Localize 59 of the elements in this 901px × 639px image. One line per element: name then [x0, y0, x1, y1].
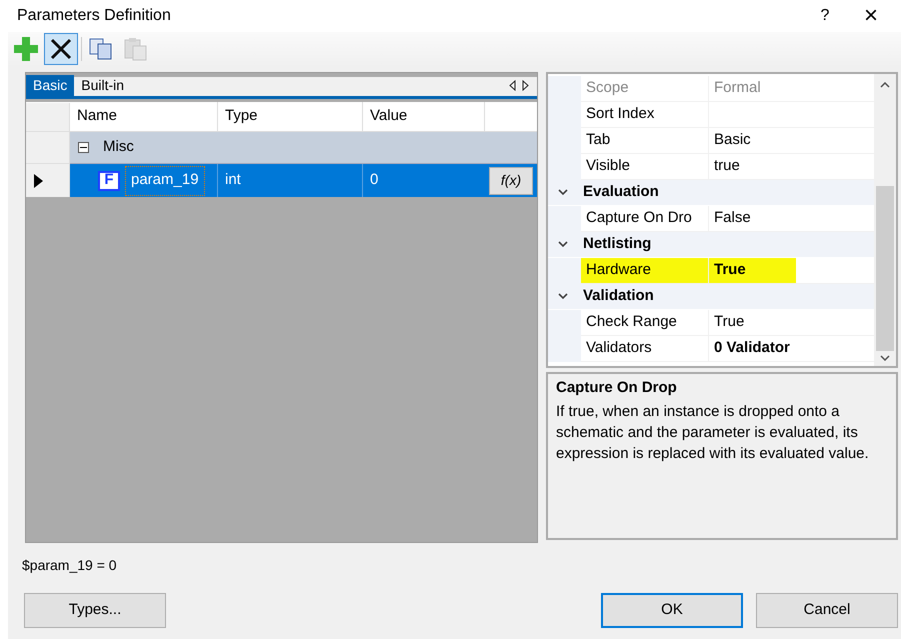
row-gutter	[548, 336, 581, 362]
row-header[interactable]	[26, 164, 70, 197]
property-row[interactable]: Hardware True	[581, 258, 874, 284]
table-row[interactable]: F param_19 int 0 f(x)	[70, 164, 537, 197]
scrollbar[interactable]	[874, 74, 896, 366]
status-text: $param_19 = 0	[22, 556, 118, 575]
plus-icon	[12, 35, 40, 63]
property-name: Check Range	[581, 310, 709, 335]
scroll-left-icon[interactable]	[509, 80, 516, 91]
scroll-right-icon[interactable]	[522, 80, 529, 91]
property-row[interactable]: Validators 0 Validator	[581, 336, 874, 362]
property-name: Capture On Dro	[581, 206, 709, 231]
row-header	[26, 132, 70, 164]
description-title: Capture On Drop	[556, 378, 678, 398]
category-label: Validation	[583, 286, 654, 306]
property-name: Hardware	[581, 258, 709, 283]
chevron-icon[interactable]	[558, 241, 568, 248]
property-value[interactable]: True	[709, 310, 744, 335]
type-badge: F	[98, 170, 120, 190]
chevron-icon[interactable]	[558, 189, 568, 196]
property-value[interactable]: 0 Validator	[709, 336, 790, 361]
property-value[interactable]: Basic	[709, 128, 751, 153]
copy-icon	[88, 37, 114, 61]
window-title: Parameters Definition	[17, 6, 172, 26]
property-name: Sort Index	[581, 102, 709, 127]
tab[interactable]: Built-in	[74, 75, 132, 96]
table-cell: int	[218, 164, 363, 197]
close-button[interactable]: ×	[851, 4, 891, 28]
category-label: Evaluation	[583, 182, 659, 202]
toolbar-button[interactable]	[44, 33, 78, 65]
row-gutter	[548, 76, 581, 102]
property-row[interactable]: Tab Basic	[581, 128, 874, 154]
property-name: Visible	[581, 154, 709, 179]
formula-button[interactable]: f(x)	[489, 166, 533, 194]
dialog-button[interactable]: Cancel	[756, 593, 898, 628]
help-button[interactable]: ?	[805, 4, 845, 28]
property-row[interactable]: Check Range True	[581, 310, 874, 336]
property-name: Scope	[581, 76, 709, 101]
table-cell-text: 0	[369, 170, 380, 190]
group-label: Misc	[103, 137, 134, 158]
property-name: Tab	[581, 128, 709, 153]
scroll-down-icon[interactable]	[880, 355, 890, 361]
property-value[interactable]: True	[709, 258, 746, 283]
property-row[interactable]: Sort Index	[581, 102, 874, 128]
tab[interactable]: Basic	[26, 75, 74, 96]
description-text: If true, when an instance is dropped onto a schematic and the parameter is evaluated, its expression is replaced with its evaluated value.	[556, 402, 870, 464]
collapse-toggle[interactable]	[78, 142, 89, 153]
chevron-icon[interactable]	[558, 293, 568, 300]
dialog-button[interactable]: Types...	[24, 593, 166, 628]
property-value[interactable]: False	[709, 206, 751, 231]
property-value[interactable]: true	[709, 154, 740, 179]
dialog-button[interactable]: OK	[601, 593, 743, 628]
close-icon	[49, 37, 73, 61]
property-name: Validators	[581, 336, 709, 361]
clipboard-icon	[123, 36, 149, 62]
scroll-up-icon[interactable]	[880, 82, 890, 88]
table-cell[interactable]: param_19	[125, 166, 205, 196]
category-label: Netlisting	[583, 234, 652, 254]
header-corner	[26, 103, 70, 132]
